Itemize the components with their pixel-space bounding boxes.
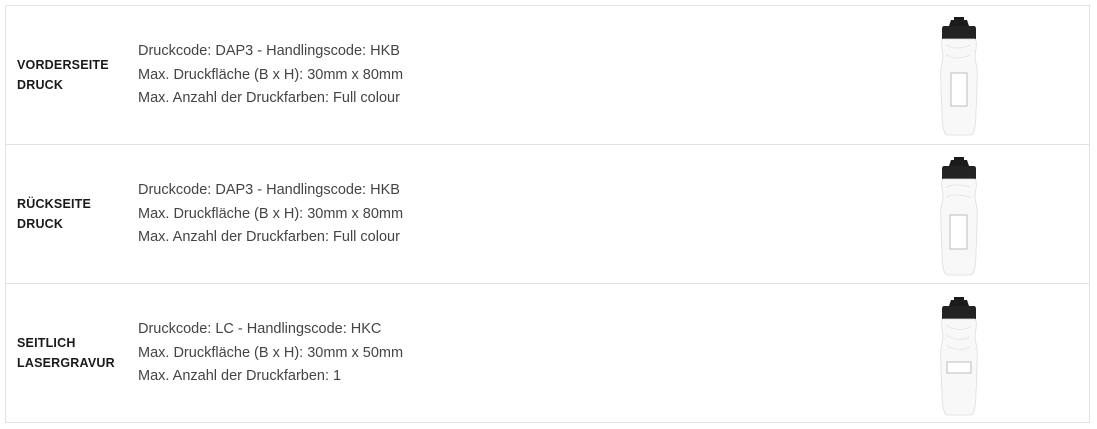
print-code: Druckcode: LC - Handlingscode: HKC — [138, 320, 382, 337]
print-code: Druckcode: DAP3 - Handlingscode: HKB — [138, 42, 400, 59]
print-position-label: RÜCKSEITE DRUCK — [17, 194, 127, 234]
print-details: Druckcode: LC - Handlingscode: HKC Max. … — [138, 318, 403, 389]
print-area: Max. Druckfläche (B x H): 30mm x 80mm — [138, 205, 404, 222]
print-option-row-front: VORDERSEITE DRUCK Druckcode: DAP3 - Hand… — [6, 6, 1089, 145]
print-option-row-side: SEITLICH LASERGRAVUR Druckcode: LC - Han… — [6, 284, 1089, 422]
bottle-front-icon — [940, 17, 978, 136]
print-details: Druckcode: DAP3 - Handlingscode: HKB Max… — [138, 40, 403, 111]
print-colors: Max. Anzahl der Druckfarben: 1 — [138, 367, 342, 384]
print-position-label-line2: DRUCK — [17, 217, 64, 231]
print-area: Max. Druckfläche (B x H): 30mm x 50mm — [138, 344, 404, 361]
print-area: Max. Druckfläche (B x H): 30mm x 80mm — [138, 66, 404, 83]
print-position-label-line2: LASERGRAVUR — [17, 356, 115, 370]
print-colors: Max. Anzahl der Druckfarben: Full colour — [138, 228, 400, 245]
bottle-back-icon — [940, 157, 978, 276]
print-position-label-line1: VORDERSEITE — [17, 58, 109, 72]
print-position-label: SEITLICH LASERGRAVUR — [17, 333, 127, 373]
print-position-label-line1: SEITLICH — [17, 336, 76, 350]
print-option-row-back: RÜCKSEITE DRUCK Druckcode: DAP3 - Handli… — [6, 145, 1089, 284]
print-position-label-line1: RÜCKSEITE — [17, 197, 92, 211]
print-position-label: VORDERSEITE DRUCK — [17, 55, 127, 95]
bottle-side-icon — [940, 297, 978, 416]
print-details: Druckcode: DAP3 - Handlingscode: HKB Max… — [138, 179, 403, 250]
print-colors: Max. Anzahl der Druckfarben: Full colour — [138, 89, 400, 106]
print-options-table: VORDERSEITE DRUCK Druckcode: DAP3 - Hand… — [5, 5, 1090, 423]
print-position-label-line2: DRUCK — [17, 78, 64, 92]
print-code: Druckcode: DAP3 - Handlingscode: HKB — [138, 181, 400, 198]
